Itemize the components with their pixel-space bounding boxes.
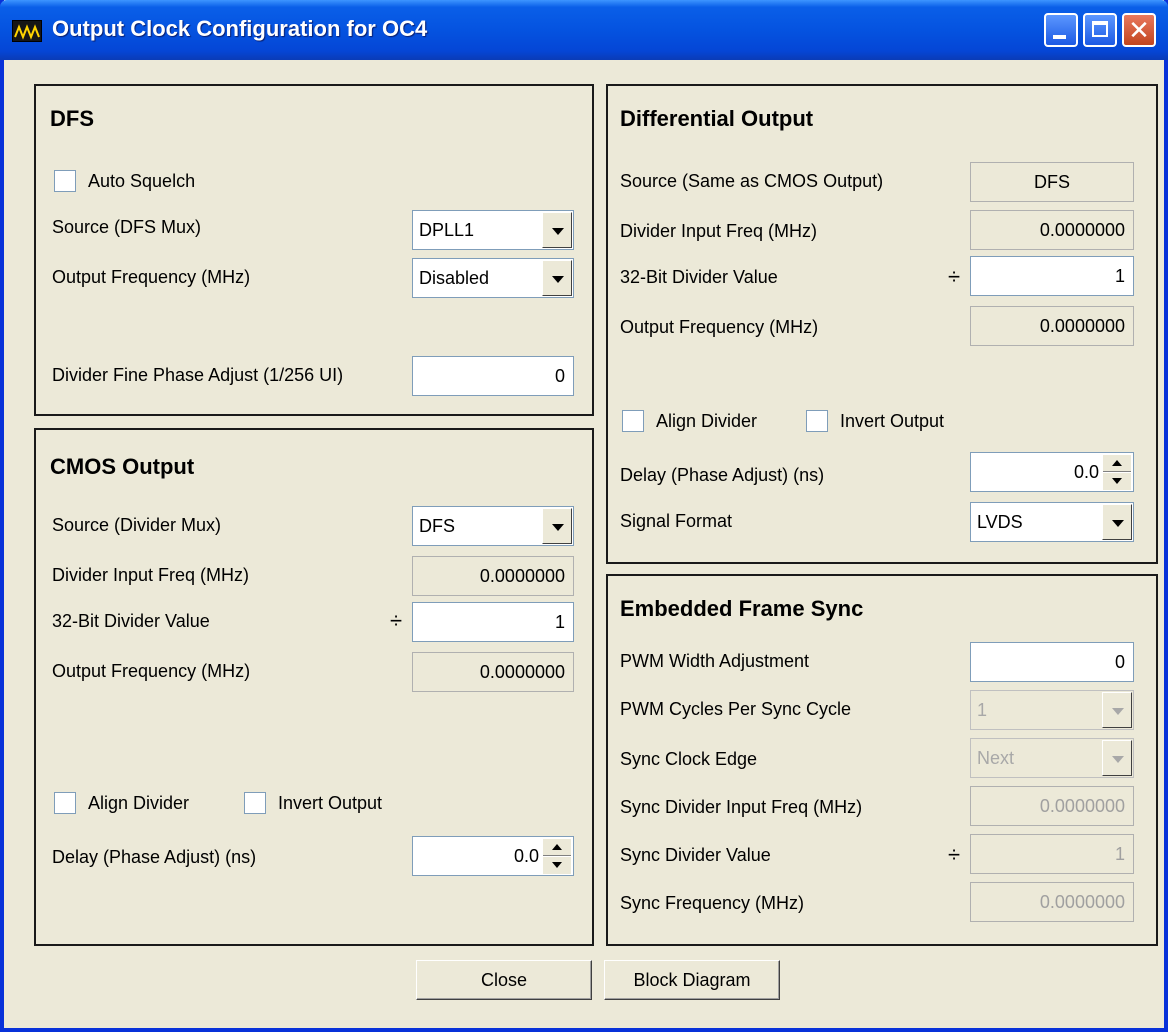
- sync-input-freq-label: Sync Divider Input Freq (MHz): [620, 797, 863, 817]
- cmos-group-title: CMOS Output: [50, 454, 195, 479]
- cmos-invert-output-label: Invert Output: [278, 793, 383, 813]
- title-bar[interactable]: Output Clock Configuration for OC4 ✕: [0, 0, 1168, 60]
- window-title: Output Clock Configuration for OC4: [52, 16, 428, 41]
- dfs-output-freq-label: Output Frequency (MHz): [52, 267, 251, 287]
- close-icon: ✕: [1128, 15, 1150, 45]
- sync-divider-label: Sync Divider Value: [620, 845, 771, 865]
- cmos-source-label: Source (Divider Mux): [52, 515, 222, 535]
- diff-delay-label: Delay (Phase Adjust) (ns): [620, 465, 825, 485]
- dfs-group-title: DFS: [50, 106, 94, 131]
- sync-freq-label: Sync Frequency (MHz): [620, 893, 805, 913]
- maximize-button[interactable]: [1083, 13, 1117, 47]
- cmos-output-freq-field: 0.0000000: [412, 652, 574, 692]
- diff-delay-value: 0.0: [1073, 462, 1099, 482]
- diff-source-field: DFS: [970, 162, 1134, 202]
- sync-freq-field: 0.0000000: [970, 882, 1134, 922]
- cmos-output-group: CMOS Output Source (Divider Mux) DFS Div…: [34, 428, 594, 946]
- maximize-icon: [1092, 21, 1108, 37]
- diff-group-title: Differential Output: [620, 106, 814, 131]
- auto-squelch-checkbox[interactable]: [54, 170, 76, 192]
- dfs-source-select[interactable]: DPLL1: [412, 210, 574, 250]
- signal-format-label: Signal Format: [620, 511, 733, 531]
- dfs-output-freq-value: Disabled: [419, 268, 490, 288]
- pwm-cycles-value: 1: [977, 700, 988, 720]
- cmos-invert-output-checkbox[interactable]: [244, 792, 266, 814]
- sync-input-freq-field: 0.0000000: [970, 786, 1134, 826]
- pwm-cycles-select[interactable]: 1: [970, 690, 1134, 730]
- diff-output-freq-label: Output Frequency (MHz): [620, 317, 819, 337]
- cmos-divider-label: 32-Bit Divider Value: [52, 611, 210, 631]
- diff-invert-output-label: Invert Output: [840, 411, 945, 431]
- signal-format-value: LVDS: [977, 512, 1023, 532]
- sync-edge-select[interactable]: Next: [970, 738, 1134, 778]
- chevron-down-icon[interactable]: [542, 260, 572, 296]
- app-icon: [12, 20, 42, 42]
- minimize-button[interactable]: [1044, 13, 1078, 47]
- pwm-cycles-label: PWM Cycles Per Sync Cycle: [620, 699, 852, 719]
- fine-phase-input[interactable]: 0: [412, 356, 574, 396]
- close-window-button[interactable]: ✕: [1122, 13, 1156, 47]
- cmos-input-freq-field: 0.0000000: [412, 556, 574, 596]
- minimize-icon: [1053, 35, 1066, 39]
- diff-align-divider-checkbox[interactable]: [622, 410, 644, 432]
- cmos-input-freq-label: Divider Input Freq (MHz): [52, 565, 250, 585]
- cmos-delay-label: Delay (Phase Adjust) (ns): [52, 847, 257, 867]
- fine-phase-label: Divider Fine Phase Adjust (1/256 UI): [52, 365, 344, 385]
- diff-divider-input[interactable]: 1: [970, 256, 1134, 296]
- divide-symbol: ÷: [390, 608, 403, 633]
- diff-input-freq-field: 0.0000000: [970, 210, 1134, 250]
- diff-align-divider-label: Align Divider: [656, 411, 758, 431]
- embedded-frame-sync-group: Embedded Frame Sync PWM Width Adjustment…: [606, 574, 1158, 946]
- dfs-source-value: DPLL1: [419, 220, 475, 240]
- sync-edge-label: Sync Clock Edge: [620, 749, 758, 769]
- spin-up-icon[interactable]: [1103, 455, 1131, 472]
- cmos-output-freq-label: Output Frequency (MHz): [52, 661, 251, 681]
- spin-up-icon[interactable]: [543, 839, 571, 856]
- signal-format-select[interactable]: LVDS: [970, 502, 1134, 542]
- pwm-width-input[interactable]: 0: [970, 642, 1134, 682]
- spin-down-icon[interactable]: [543, 857, 571, 874]
- diff-output-freq-field: 0.0000000: [970, 306, 1134, 346]
- diff-delay-spinner[interactable]: 0.0: [970, 452, 1134, 492]
- chevron-down-icon[interactable]: [542, 508, 572, 544]
- dfs-output-freq-select[interactable]: Disabled: [412, 258, 574, 298]
- diff-input-freq-label: Divider Input Freq (MHz): [620, 221, 818, 241]
- cmos-align-divider-label: Align Divider: [88, 793, 190, 813]
- chevron-down-icon[interactable]: [542, 212, 572, 248]
- auto-squelch-label: Auto Squelch: [88, 171, 196, 191]
- diff-source-label: Source (Same as CMOS Output): [620, 171, 884, 191]
- cmos-align-divider-checkbox[interactable]: [54, 792, 76, 814]
- pwm-width-label: PWM Width Adjustment: [620, 651, 810, 671]
- diff-divider-label: 32-Bit Divider Value: [620, 267, 778, 287]
- cmos-source-value: DFS: [419, 516, 455, 536]
- divide-symbol: ÷: [948, 264, 961, 289]
- block-diagram-button[interactable]: Block Diagram: [604, 960, 780, 1000]
- cmos-delay-spinner[interactable]: 0.0: [412, 836, 574, 876]
- dfs-source-label: Source (DFS Mux): [52, 217, 202, 237]
- output-clock-config-window: Output Clock Configuration for OC4 ✕ DFS…: [0, 0, 1168, 1032]
- divide-symbol: ÷: [948, 842, 961, 867]
- efs-group-title: Embedded Frame Sync: [620, 596, 864, 621]
- cmos-delay-value: 0.0: [513, 846, 539, 866]
- sync-divider-field[interactable]: 1: [970, 834, 1134, 874]
- chevron-down-icon[interactable]: [1102, 740, 1132, 776]
- cmos-source-select[interactable]: DFS: [412, 506, 574, 546]
- dfs-group: DFS Auto Squelch Source (DFS Mux) DPLL1 …: [34, 84, 594, 416]
- diff-invert-output-checkbox[interactable]: [806, 410, 828, 432]
- differential-output-group: Differential Output Source (Same as CMOS…: [606, 84, 1158, 564]
- chevron-down-icon[interactable]: [1102, 504, 1132, 540]
- chevron-down-icon[interactable]: [1102, 692, 1132, 728]
- spin-down-icon[interactable]: [1103, 473, 1131, 490]
- close-button[interactable]: Close: [416, 960, 592, 1000]
- cmos-divider-input[interactable]: 1: [412, 602, 574, 642]
- sync-edge-value: Next: [977, 748, 1015, 768]
